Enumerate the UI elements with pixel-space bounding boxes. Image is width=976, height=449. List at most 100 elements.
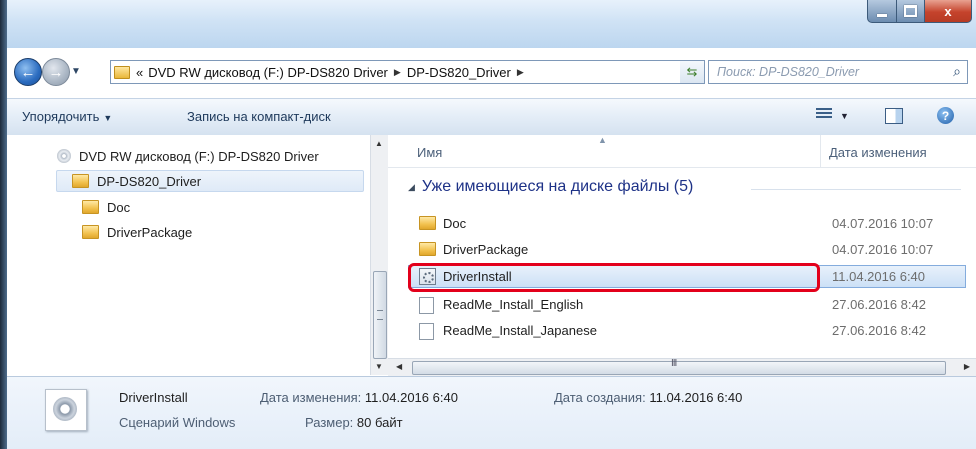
column-header: Имя ▲ Дата изменения (388, 135, 976, 168)
details-modified-value: 11.04.2016 6:40 (364, 390, 458, 405)
folder-icon (82, 225, 99, 239)
address-overflow-chevron[interactable]: « (136, 65, 143, 80)
search-icon[interactable]: ⌕ (953, 63, 961, 80)
scrollbar-thumb[interactable] (373, 271, 387, 359)
back-button[interactable]: ← (14, 58, 42, 86)
details-pane: DriverInstall Сценарий Windows Дата изме… (7, 376, 976, 449)
file-row-driverpackage[interactable]: DriverPackage 04.07.2016 10:07 (408, 238, 968, 261)
forward-arrow-icon: → (48, 63, 64, 81)
group-divider (751, 189, 961, 190)
scroll-right-icon[interactable]: ▶ (964, 362, 970, 371)
back-arrow-icon: ← (20, 63, 36, 81)
recent-pages-dropdown[interactable]: ▼ (71, 66, 81, 77)
forward-button[interactable]: → (42, 58, 70, 86)
nav-item-label: Doc (107, 199, 131, 215)
close-icon: x (944, 3, 952, 19)
nav-item-driverpackage[interactable]: DriverPackage (82, 222, 192, 242)
organize-button[interactable]: Упорядочить ▼ (22, 109, 112, 124)
folder-icon (114, 65, 130, 79)
file-name: Doc (443, 216, 467, 231)
maximize-icon (904, 5, 917, 17)
file-row-readme-japanese[interactable]: ReadMe_Install_Japanese 27.06.2016 8:42 (408, 319, 968, 342)
breadcrumb-drive[interactable]: DVD RW дисковод (F:) DP-DS820 Driver (148, 65, 388, 80)
nav-item-label: DP-DS820_Driver (97, 173, 202, 189)
script-file-icon (45, 389, 87, 431)
scroll-left-icon[interactable]: ◀ (396, 362, 402, 371)
file-date: 04.07.2016 10:07 (832, 216, 934, 231)
navigation-pane: DVD RW дисковод (F:) DP-DS820 Driver DP-… (7, 135, 370, 375)
help-icon[interactable]: ? (937, 107, 954, 124)
details-created: Дата создания: 11.04.2016 6:40 (554, 390, 742, 405)
close-button[interactable]: x (925, 0, 972, 23)
details-modified: Дата изменения: 11.04.2016 6:40 (260, 390, 458, 405)
refresh-icon: ⇆ (686, 64, 698, 79)
file-name: ReadMe_Install_Japanese (443, 323, 597, 338)
title-bar[interactable]: x (7, 0, 976, 48)
file-date: 27.06.2016 8:42 (832, 297, 926, 312)
search-input[interactable]: Поиск: DP-DS820_Driver ⌕ (708, 60, 968, 84)
file-row-readme-english[interactable]: ReadMe_Install_English 27.06.2016 8:42 (408, 293, 968, 316)
window-frame-left (0, 0, 7, 449)
grip-icon (377, 310, 383, 320)
red-highlight-annotation (408, 263, 820, 292)
chevron-down-icon: ▼ (103, 113, 113, 123)
file-list: Имя ▲ Дата изменения ◢ Уже имеющиеся на … (388, 135, 976, 371)
breadcrumb-separator-icon[interactable]: ▶ (517, 67, 524, 78)
folder-icon (72, 174, 89, 188)
file-date: 04.07.2016 10:07 (832, 242, 934, 257)
preview-pane-icon[interactable] (885, 108, 903, 124)
change-view-icon[interactable] (816, 108, 832, 122)
organize-label: Упорядочить (22, 109, 100, 124)
nav-item-dvd-drive[interactable]: DVD RW дисковод (F:) DP-DS820 Driver (57, 146, 319, 166)
folder-icon (82, 200, 99, 214)
group-title: Уже имеющиеся на диске файлы (5) (421, 178, 694, 195)
folder-icon (419, 216, 436, 230)
file-name: ReadMe_Install_English (443, 297, 584, 312)
minimize-button[interactable] (867, 0, 897, 23)
column-date-header[interactable]: Дата изменения (829, 145, 927, 160)
grip-icon: III (671, 358, 677, 369)
file-name: DriverPackage (443, 242, 529, 257)
horizontal-scrollbar[interactable]: ◀ III ▶ (388, 358, 976, 376)
minimize-icon (877, 13, 887, 17)
document-icon (419, 297, 434, 314)
search-placeholder: Поиск: DP-DS820_Driver (717, 65, 860, 79)
sort-ascending-icon: ▲ (598, 135, 607, 145)
group-header[interactable]: ◢ Уже имеющиеся на диске файлы (5) (408, 178, 693, 196)
collapse-triangle-icon[interactable]: ◢ (408, 182, 415, 193)
nav-item-doc[interactable]: Doc (82, 197, 130, 217)
details-size-value: 80 байт (356, 415, 403, 430)
scrollbar-thumb[interactable]: III (412, 358, 946, 375)
details-file-type: Сценарий Windows (119, 415, 236, 430)
nav-item-label: DVD RW дисковод (F:) DP-DS820 Driver (79, 148, 319, 164)
gear-icon (53, 397, 77, 421)
explorer-window: x ← → ▼ « DVD RW дисковод (F:) DP-DS820 … (0, 0, 976, 449)
details-file-name: DriverInstall (119, 390, 188, 405)
scroll-down-icon[interactable]: ▼ (375, 362, 383, 371)
maximize-button[interactable] (897, 0, 925, 23)
file-date: 27.06.2016 8:42 (832, 323, 926, 338)
details-created-value: 11.04.2016 6:40 (649, 390, 743, 405)
details-created-label: Дата создания: (554, 390, 646, 405)
breadcrumb-separator-icon[interactable]: ▶ (394, 67, 401, 78)
view-options-dropdown-icon[interactable]: ▼ (840, 111, 849, 121)
nav-item-label: DriverPackage (107, 224, 193, 240)
navigation-scrollbar[interactable]: ▲ ▼ (370, 135, 388, 375)
address-bar[interactable]: « DVD RW дисковод (F:) DP-DS820 Driver ▶… (110, 60, 705, 84)
file-date: 11.04.2016 6:40 (832, 269, 926, 284)
breadcrumb-folder[interactable]: DP-DS820_Driver (407, 65, 511, 80)
burn-label: Запись на компакт-диск (187, 109, 331, 124)
details-modified-label: Дата изменения: (260, 390, 362, 405)
file-row-doc[interactable]: Doc 04.07.2016 10:07 (408, 212, 968, 235)
refresh-button[interactable]: ⇆ (680, 60, 705, 84)
column-name-header[interactable]: Имя (417, 145, 442, 160)
caption-buttons: x (867, 0, 972, 30)
folder-icon (419, 242, 436, 256)
details-size-label: Размер: (305, 415, 354, 430)
nav-item-dp-ds820-driver[interactable]: DP-DS820_Driver (56, 170, 364, 192)
column-divider[interactable] (820, 135, 821, 167)
command-bar: Упорядочить ▼ Запись на компакт-диск ▼ ? (7, 98, 976, 136)
burn-to-disc-button[interactable]: Запись на компакт-диск (187, 109, 331, 124)
scroll-up-icon[interactable]: ▲ (375, 139, 383, 148)
document-icon (419, 323, 434, 340)
